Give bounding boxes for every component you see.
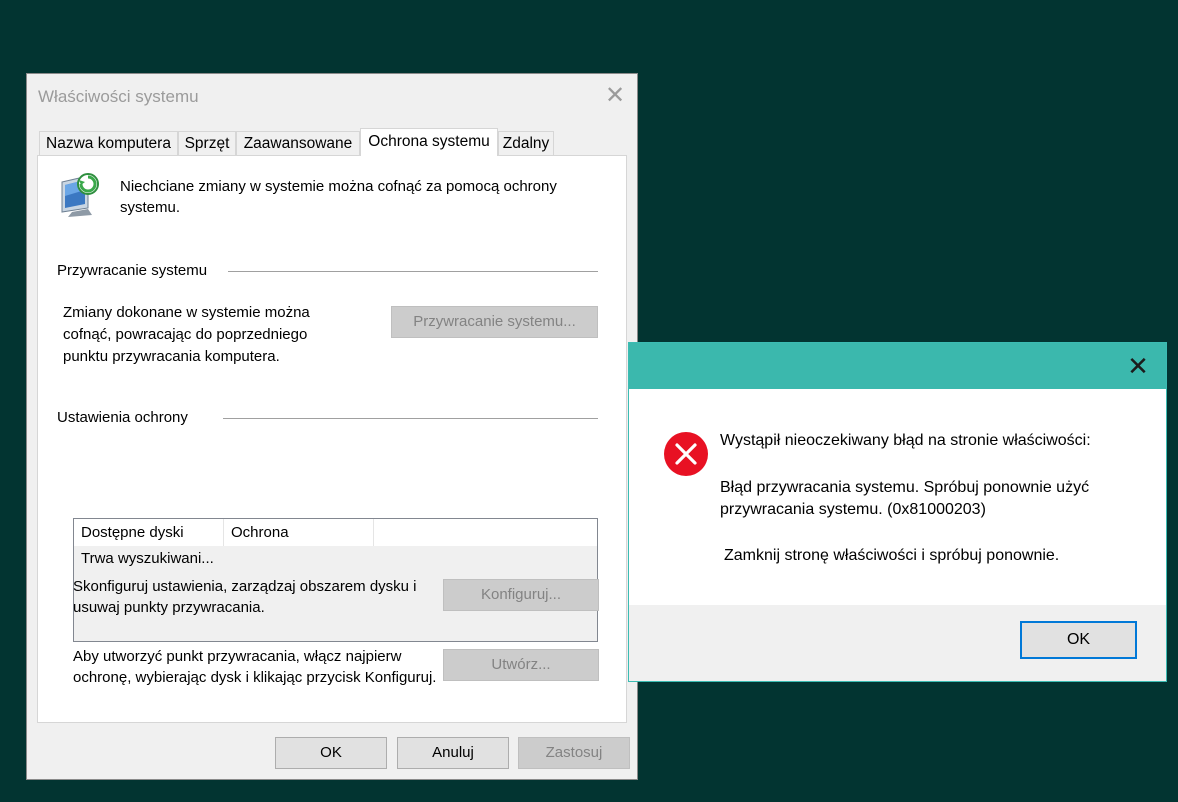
dialog-title: Właściwości systemu: [38, 87, 199, 106]
system-restore-button[interactable]: Przywracanie systemu...: [391, 306, 598, 338]
section-divider: [228, 271, 598, 272]
error-heading: Wystąpił nieoczekiwany błąd na stronie w…: [720, 432, 1091, 449]
tab-remote[interactable]: Zdalny: [498, 131, 554, 155]
configure-button[interactable]: Konfiguruj...: [443, 579, 599, 611]
restore-description: Zmiany dokonane w systemie można cofnąć,…: [63, 304, 310, 365]
system-protection-icon: [61, 173, 99, 217]
intro-text: Niechciane zmiany w systemie można cofną…: [120, 178, 557, 216]
error-message-line1: Błąd przywracania systemu. Spróbuj ponow…: [720, 479, 1090, 496]
column-header-protection[interactable]: Ochrona: [224, 519, 374, 546]
tab-system-protection[interactable]: Ochrona systemu: [360, 128, 498, 156]
create-button[interactable]: Utwórz...: [443, 649, 599, 681]
error-message-line2: przywracania systemu. (0x81000203): [720, 501, 986, 518]
error-footer: OK: [629, 605, 1166, 681]
close-icon[interactable]: ✕: [601, 82, 629, 110]
ok-button[interactable]: OK: [275, 737, 387, 769]
error-dialog: ✕ Wystąpił nieoczekiwany błąd na stronie…: [628, 342, 1167, 682]
error-title-bar[interactable]: ✕: [629, 343, 1166, 389]
drives-list-header: Dostępne dyski Ochrona: [74, 519, 597, 546]
configure-description: Skonfiguruj ustawienia, zarządzaj obszar…: [73, 578, 417, 616]
column-header-drives[interactable]: Dostępne dyski: [74, 519, 224, 546]
restore-section-title: Przywracanie systemu: [57, 262, 218, 279]
apply-button[interactable]: Zastosuj: [518, 737, 630, 769]
error-instruction: Zamknij stronę właściwości i spróbuj pon…: [724, 547, 1060, 564]
error-ok-button[interactable]: OK: [1020, 621, 1137, 659]
tab-computer-name[interactable]: Nazwa komputera: [39, 131, 178, 155]
title-bar[interactable]: Właściwości systemu ✕: [27, 74, 637, 118]
cancel-button[interactable]: Anuluj: [397, 737, 509, 769]
tab-hardware[interactable]: Sprzęt: [178, 131, 236, 155]
section-divider: [223, 418, 598, 419]
system-properties-dialog: Właściwości systemu ✕ Nazwa komputera Sp…: [26, 73, 638, 780]
protection-section-title: Ustawienia ochrony: [57, 409, 198, 426]
create-description: Aby utworzyć punkt przywracania, włącz n…: [73, 648, 437, 686]
tab-advanced[interactable]: Zaawansowane: [236, 131, 360, 155]
error-icon: [664, 432, 708, 476]
searching-status: Trwa wyszukiwani...: [81, 550, 214, 567]
system-protection-panel: Niechciane zmiany w systemie można cofną…: [37, 155, 627, 723]
close-icon[interactable]: ✕: [1124, 352, 1152, 380]
